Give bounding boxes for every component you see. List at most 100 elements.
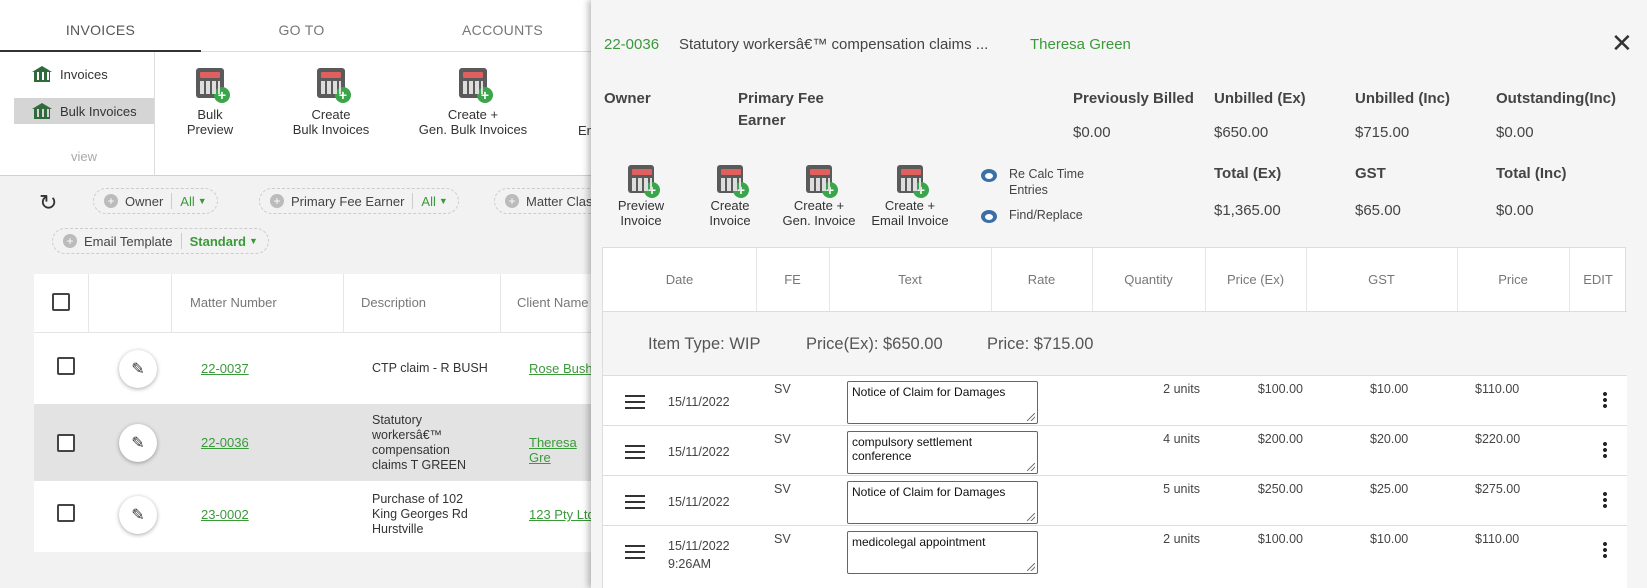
calculator-icon: + [717, 165, 749, 198]
view-toggle[interactable]: view [14, 149, 154, 164]
sidebar-item-invoices[interactable]: Invoices [14, 61, 154, 87]
more-vert-icon[interactable] [1603, 441, 1607, 459]
pencil-icon: ✎ [131, 435, 145, 452]
create-invoice-button[interactable]: + Create Invoice [700, 165, 760, 228]
email-template-filter-chip[interactable]: + Email Template Standard ▼ [52, 228, 269, 254]
entry-date: 15/11/2022 9:26AM [668, 539, 730, 571]
column-header-edit: EDIT [1583, 272, 1613, 287]
edit-button[interactable]: ✎ [119, 496, 157, 534]
select-all-checkbox[interactable] [52, 293, 70, 311]
create-bulk-invoices-button[interactable]: + Create Bulk Invoices [286, 68, 376, 137]
calculator-icon: + [196, 68, 230, 103]
description: Purchase of 102 King Georges Rd Hurstville [372, 492, 468, 536]
column-header-price[interactable]: Price [1457, 248, 1569, 311]
table-row[interactable]: ✎ 22-0037 CTP claim - R BUSH Rose Bush [34, 332, 600, 404]
entry-gst: $10.00 [1370, 382, 1409, 396]
entry-text-field[interactable]: Notice of Claim for Damages [847, 381, 1038, 424]
table-row[interactable]: ✎ 22-0036 Statutory workersâ€™ compensatio… [34, 404, 600, 480]
entry-gst: $25.00 [1370, 482, 1409, 496]
gears-icon [981, 166, 1001, 184]
more-vert-icon[interactable] [1603, 491, 1607, 509]
matter-class-filter-chip[interactable]: + Matter Clas [494, 188, 604, 214]
column-header-fe[interactable]: FE [756, 248, 829, 311]
column-header-rate[interactable]: Rate [991, 248, 1092, 311]
table-row[interactable]: ✎ 23-0002 Purchase of 102 King Georges Rd… [34, 480, 600, 552]
entry-price: $110.00 [1475, 382, 1520, 396]
outstanding-inc-value: $0.00 [1496, 124, 1534, 141]
create-email-invoice-button[interactable]: + Create + Email Invoice [865, 165, 955, 228]
table-row[interactable]: 15/11/2022 SV compulsory settlement conf… [603, 425, 1627, 475]
panel-client-name: Theresa Green [1030, 36, 1131, 53]
client-link[interactable]: Theresa Gre [529, 435, 600, 465]
column-header-gst[interactable]: GST [1306, 248, 1457, 311]
table-row[interactable]: 15/11/2022 SV Notice of Claim for Damage… [603, 475, 1627, 525]
unbilled-inc-label: Unbilled (Inc) [1355, 90, 1450, 107]
more-vert-icon[interactable] [1603, 541, 1607, 559]
tab-accounts[interactable]: ACCOUNTS [402, 0, 603, 52]
client-link[interactable]: Rose Bush [529, 361, 593, 376]
entry-price-ex: $200.00 [1257, 432, 1303, 446]
chevron-down-icon: ▼ [248, 236, 258, 246]
gst-label: GST [1355, 165, 1386, 182]
drag-handle-icon[interactable] [625, 545, 645, 559]
column-header-date[interactable]: Date [603, 248, 756, 311]
group-item-type: Item Type: WIP [648, 335, 761, 353]
tab-invoices[interactable]: INVOICES [0, 0, 201, 52]
column-header-matter-number[interactable]: Matter Number [190, 274, 277, 332]
sidebar-item-label: Invoices [60, 66, 108, 82]
group-header-wip: Item Type: WIP Price(Ex): $650.00 Price:… [603, 311, 1627, 375]
refresh-icon[interactable]: ↻ [39, 190, 57, 216]
top-tab-bar: INVOICES GO TO ACCOUNTS [0, 0, 600, 52]
preview-invoice-button[interactable]: + Preview Invoice [611, 165, 671, 228]
column-header-client-name[interactable]: Client Name [517, 274, 589, 332]
row-checkbox[interactable] [57, 357, 75, 375]
matter-number-link[interactable]: 22-0037 [201, 361, 249, 376]
entry-fe: SV [774, 432, 791, 446]
owner-filter-chip[interactable]: + Owner All ▼ [93, 188, 218, 214]
recalc-time-entries-button[interactable]: Re Calc Time Entries [981, 166, 1084, 198]
row-checkbox[interactable] [57, 434, 75, 452]
unbilled-ex-value: $650.00 [1214, 124, 1269, 141]
invoice-side-panel: 22-0036 Statutory workersâ€™ compensatio… [591, 0, 1647, 588]
panel-matter-description: Statutory workersâ€™ compensation claims… [679, 36, 989, 53]
create-gen-bulk-invoices-button[interactable]: + Create + Gen. Bulk Invoices [413, 68, 533, 137]
edit-button[interactable]: ✎ [119, 350, 157, 388]
bulk-preview-button[interactable]: + Bulk Preview [180, 68, 240, 137]
pencil-icon: ✎ [131, 507, 145, 524]
matter-number-link[interactable]: 23-0002 [201, 507, 249, 522]
edit-button[interactable]: ✎ [119, 424, 157, 462]
matter-number-link[interactable]: 22-0036 [201, 435, 249, 450]
sidebar-item-bulk-invoices[interactable]: Bulk Invoices [14, 98, 154, 124]
close-icon[interactable]: ✕ [1611, 30, 1633, 56]
entry-text-field[interactable]: compulsory settlement conference [847, 431, 1038, 474]
column-header-description[interactable]: Description [361, 274, 426, 332]
time-entries-grid: Date FE Text Rate Quantity Price (Ex) GS… [602, 247, 1627, 588]
entry-text-field[interactable]: medicolegal appointment [847, 531, 1038, 574]
tab-go-to[interactable]: GO TO [201, 0, 402, 52]
column-header-text[interactable]: Text [829, 248, 991, 311]
previously-billed-label: Previously Billed [1073, 90, 1194, 107]
entry-text-field[interactable]: Notice of Claim for Damages [847, 481, 1038, 524]
column-header-price-ex[interactable]: Price (Ex) [1205, 248, 1306, 311]
primary-fee-earner-label: Primary Fee Earner [738, 90, 824, 129]
client-link[interactable]: 123 Pty Ltd [529, 507, 595, 522]
gst-value: $65.00 [1355, 202, 1401, 219]
drag-handle-icon[interactable] [625, 395, 645, 409]
entry-price: $275.00 [1475, 482, 1521, 496]
add-icon: + [505, 194, 519, 208]
entry-fe: SV [774, 532, 791, 546]
row-checkbox[interactable] [57, 504, 75, 522]
drag-handle-icon[interactable] [625, 495, 645, 509]
create-gen-invoice-button[interactable]: + Create + Gen. Invoice [778, 165, 860, 228]
table-row[interactable]: 15/11/2022 9:26AM SV medicolegal appointm… [603, 525, 1627, 588]
entry-fe: SV [774, 382, 791, 396]
bank-icon [32, 103, 52, 119]
table-row[interactable]: 15/11/2022 SV Notice of Claim for Damage… [603, 375, 1627, 425]
pencil-icon: ✎ [131, 361, 145, 378]
column-header-quantity[interactable]: Quantity [1092, 248, 1205, 311]
add-icon: + [104, 194, 118, 208]
find-replace-button[interactable]: Find/Replace [981, 207, 1083, 225]
more-vert-icon[interactable] [1603, 391, 1607, 409]
fee-earner-filter-chip[interactable]: + Primary Fee Earner All ▼ [259, 188, 459, 214]
drag-handle-icon[interactable] [625, 445, 645, 459]
